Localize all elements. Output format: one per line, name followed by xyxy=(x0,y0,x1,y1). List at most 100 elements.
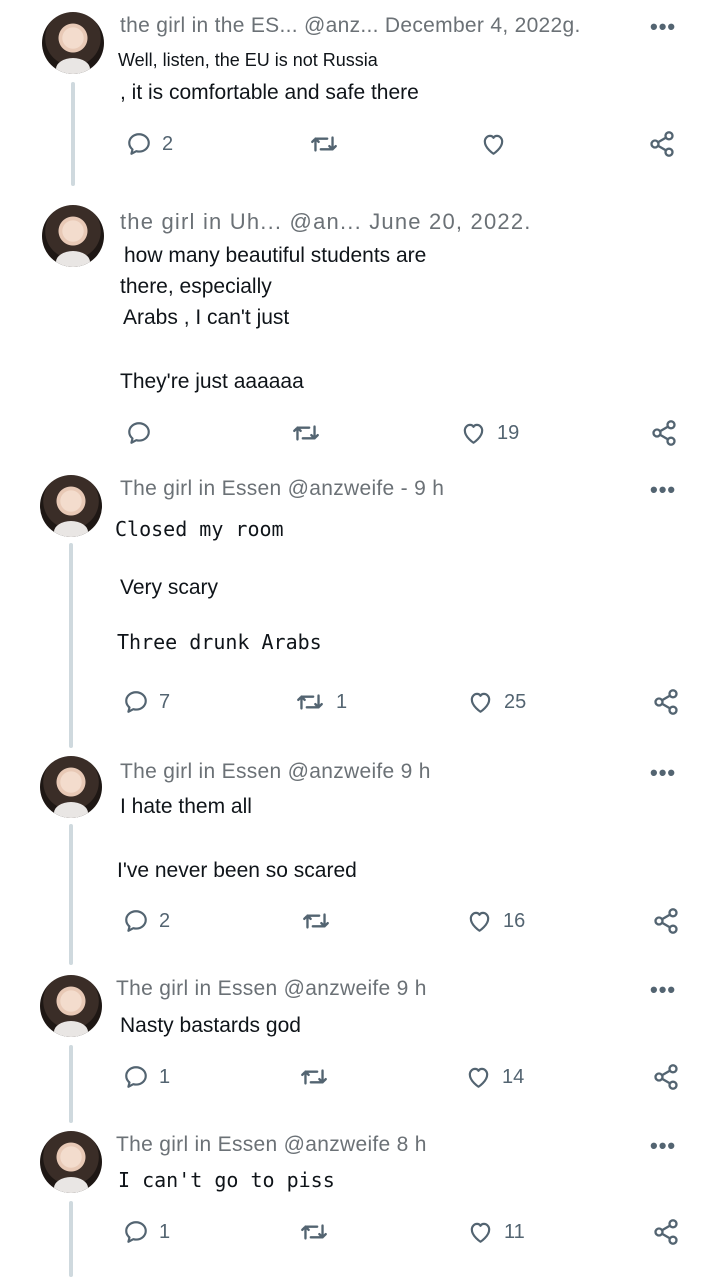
avatar[interactable] xyxy=(42,205,104,267)
tweet-text-line: Arabs , I can't just xyxy=(123,306,290,329)
retweet-button[interactable] xyxy=(300,908,332,934)
avatar[interactable] xyxy=(40,756,102,818)
thread-line xyxy=(69,1045,73,1123)
tweet-text-line: , it is comfortable and safe there xyxy=(120,81,419,104)
tweet[interactable]: The girl in Essen @anzweife 9 h ••• I ha… xyxy=(0,750,720,965)
more-options-icon[interactable]: ••• xyxy=(650,1133,676,1159)
share-icon xyxy=(654,689,678,715)
retweet-icon xyxy=(311,136,337,152)
thread-line xyxy=(71,82,75,186)
retweet-button[interactable]: 1 xyxy=(294,689,347,715)
tweet[interactable]: The girl in Essen @anzweife 8 h ••• I ca… xyxy=(0,1125,720,1280)
tweet-text-line: Well, listen, the EU is not Russia xyxy=(118,50,378,70)
retweet-count: 1 xyxy=(336,690,348,713)
reply-count: 7 xyxy=(159,690,171,713)
tweet-text-line: They're just aaaaaa xyxy=(120,370,304,393)
tweet-text-line: I've never been so scared xyxy=(117,859,357,882)
avatar[interactable] xyxy=(40,1131,102,1193)
share-button[interactable] xyxy=(652,688,680,716)
reply-icon xyxy=(128,133,150,155)
reply-count: 2 xyxy=(159,909,171,932)
share-icon xyxy=(652,420,676,446)
tweet-header: The girl in Essen @anzweife 9 h xyxy=(116,977,427,1000)
like-count: 11 xyxy=(504,1220,525,1243)
like-count: 19 xyxy=(497,421,520,444)
like-button[interactable] xyxy=(480,131,507,157)
retweet-icon xyxy=(297,694,323,710)
more-options-icon[interactable]: ••• xyxy=(650,14,676,40)
reply-button[interactable]: 1 xyxy=(123,1064,170,1090)
reply-button[interactable]: 1 xyxy=(123,1219,170,1245)
share-icon xyxy=(654,1219,678,1245)
tweet-text-line: there, especially xyxy=(120,275,272,298)
tweet-text-line: Nasty bastards god xyxy=(120,1014,301,1037)
avatar[interactable] xyxy=(40,475,102,537)
heart-icon xyxy=(463,423,484,444)
share-icon xyxy=(654,908,678,934)
like-button[interactable]: 19 xyxy=(460,420,519,446)
retweet-icon xyxy=(301,1224,327,1240)
tweet-text-line: I hate them all xyxy=(120,795,252,818)
like-count: 25 xyxy=(504,690,527,713)
reply-count: 2 xyxy=(162,132,174,155)
like-button[interactable]: 16 xyxy=(466,908,525,934)
like-button[interactable]: 25 xyxy=(467,689,526,715)
reply-button[interactable]: 7 xyxy=(123,689,170,715)
heart-icon xyxy=(469,911,490,932)
reply-icon xyxy=(125,1066,147,1088)
more-options-icon[interactable]: ••• xyxy=(650,977,676,1003)
tweet-text-line: Three drunk Arabs xyxy=(117,630,322,654)
reply-button[interactable] xyxy=(126,420,152,446)
heart-icon xyxy=(470,692,491,713)
thread-line xyxy=(69,824,73,965)
more-options-icon[interactable]: ••• xyxy=(650,760,676,786)
avatar[interactable] xyxy=(42,12,104,74)
share-icon xyxy=(650,131,674,157)
reply-count: 1 xyxy=(159,1220,171,1243)
tweet-header: The girl in Essen @anzweife - 9 h xyxy=(120,477,445,500)
retweet-button[interactable] xyxy=(298,1219,330,1245)
heart-icon xyxy=(483,134,504,155)
retweet-button[interactable] xyxy=(298,1064,330,1090)
avatar[interactable] xyxy=(40,975,102,1037)
share-button[interactable] xyxy=(650,419,678,447)
like-count: 16 xyxy=(503,909,526,932)
tweet-header: The girl in Essen @anzweife 8 h xyxy=(116,1133,427,1156)
tweet-text-line: Very scary xyxy=(120,576,219,599)
tweet[interactable]: the girl in the ES... @anz... December 4… xyxy=(0,0,720,195)
tweet[interactable]: The girl in Essen @anzweife - 9 h ••• Cl… xyxy=(0,465,720,750)
share-button[interactable] xyxy=(652,907,680,935)
thread-line xyxy=(69,1201,73,1277)
tweet-header: the girl in the ES... @anz... December 4… xyxy=(120,14,581,37)
reply-button[interactable]: 2 xyxy=(126,131,173,157)
tweet-text-line: Closed my room xyxy=(115,517,284,541)
reply-count: 1 xyxy=(159,1065,171,1088)
share-button[interactable] xyxy=(652,1063,680,1091)
reply-icon xyxy=(125,910,147,932)
reply-icon xyxy=(128,422,150,444)
share-icon xyxy=(654,1064,678,1090)
tweet-header: The girl in Essen @anzweife 9 h xyxy=(120,760,431,783)
retweet-icon xyxy=(303,913,329,929)
retweet-button[interactable] xyxy=(290,420,322,446)
reply-icon xyxy=(125,691,147,713)
retweet-icon xyxy=(301,1069,327,1085)
retweet-button[interactable] xyxy=(308,131,340,157)
tweet-text-line: I can't go to piss xyxy=(118,1168,335,1192)
thread-line xyxy=(69,543,73,748)
heart-icon xyxy=(468,1067,489,1088)
tweet[interactable]: the girl in Uh... @an... June 20, 2022. … xyxy=(0,195,720,465)
more-options-icon[interactable]: ••• xyxy=(650,477,676,503)
tweet[interactable]: The girl in Essen @anzweife 9 h ••• Nast… xyxy=(0,965,720,1125)
share-button[interactable] xyxy=(648,130,676,158)
like-button[interactable]: 14 xyxy=(465,1064,524,1090)
like-count: 14 xyxy=(502,1065,525,1088)
retweet-icon xyxy=(293,425,319,441)
share-button[interactable] xyxy=(652,1218,680,1246)
like-button[interactable]: 11 xyxy=(467,1219,525,1245)
tweet-text-line: how many beautiful students are xyxy=(124,244,427,267)
heart-icon xyxy=(470,1222,491,1243)
reply-icon xyxy=(125,1221,147,1243)
tweet-header: the girl in Uh... @an... June 20, 2022. xyxy=(120,209,532,234)
reply-button[interactable]: 2 xyxy=(123,908,170,934)
